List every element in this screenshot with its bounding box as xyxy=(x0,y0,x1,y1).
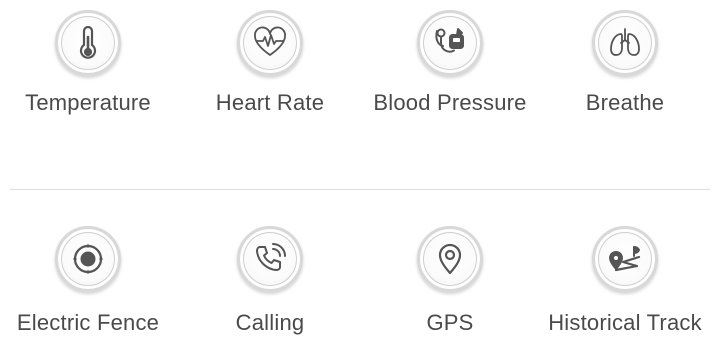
feature-label: Calling xyxy=(235,310,305,335)
feature-calling[interactable]: Calling xyxy=(170,226,370,336)
feature-label: GPS xyxy=(426,310,474,335)
thermometer-icon xyxy=(55,10,121,76)
feature-temperature[interactable]: Temperature xyxy=(0,10,188,116)
blood-pressure-icon xyxy=(417,10,483,76)
feature-heart-rate[interactable]: Heart Rate xyxy=(170,10,370,116)
feature-breathe[interactable]: Breathe xyxy=(525,10,718,116)
feature-blood-pressure[interactable]: Blood Pressure xyxy=(350,10,550,116)
feature-label: Historical Track xyxy=(548,310,702,335)
feature-gps[interactable]: GPS xyxy=(350,226,550,336)
feature-electric-fence[interactable]: Electric Fence xyxy=(0,226,188,336)
location-pin-icon xyxy=(417,226,483,292)
feature-label: Breathe xyxy=(585,90,665,115)
feature-row-top: Temperature Heart Rate Blood Pressure Br… xyxy=(0,10,718,130)
feature-label: Blood Pressure xyxy=(373,90,527,115)
feature-label: Temperature xyxy=(25,90,151,115)
section-divider xyxy=(10,189,710,190)
lungs-icon xyxy=(592,10,658,76)
target-icon xyxy=(55,226,121,292)
feature-label: Electric Fence xyxy=(16,310,160,335)
feature-label: Heart Rate xyxy=(215,90,325,115)
track-route-icon xyxy=(592,226,658,292)
feature-historical-track[interactable]: Historical Track xyxy=(525,226,718,336)
phone-icon xyxy=(237,226,303,292)
heart-pulse-icon xyxy=(237,10,303,76)
feature-row-bottom: Electric Fence Calling GPS Historical Tr… xyxy=(0,226,718,346)
